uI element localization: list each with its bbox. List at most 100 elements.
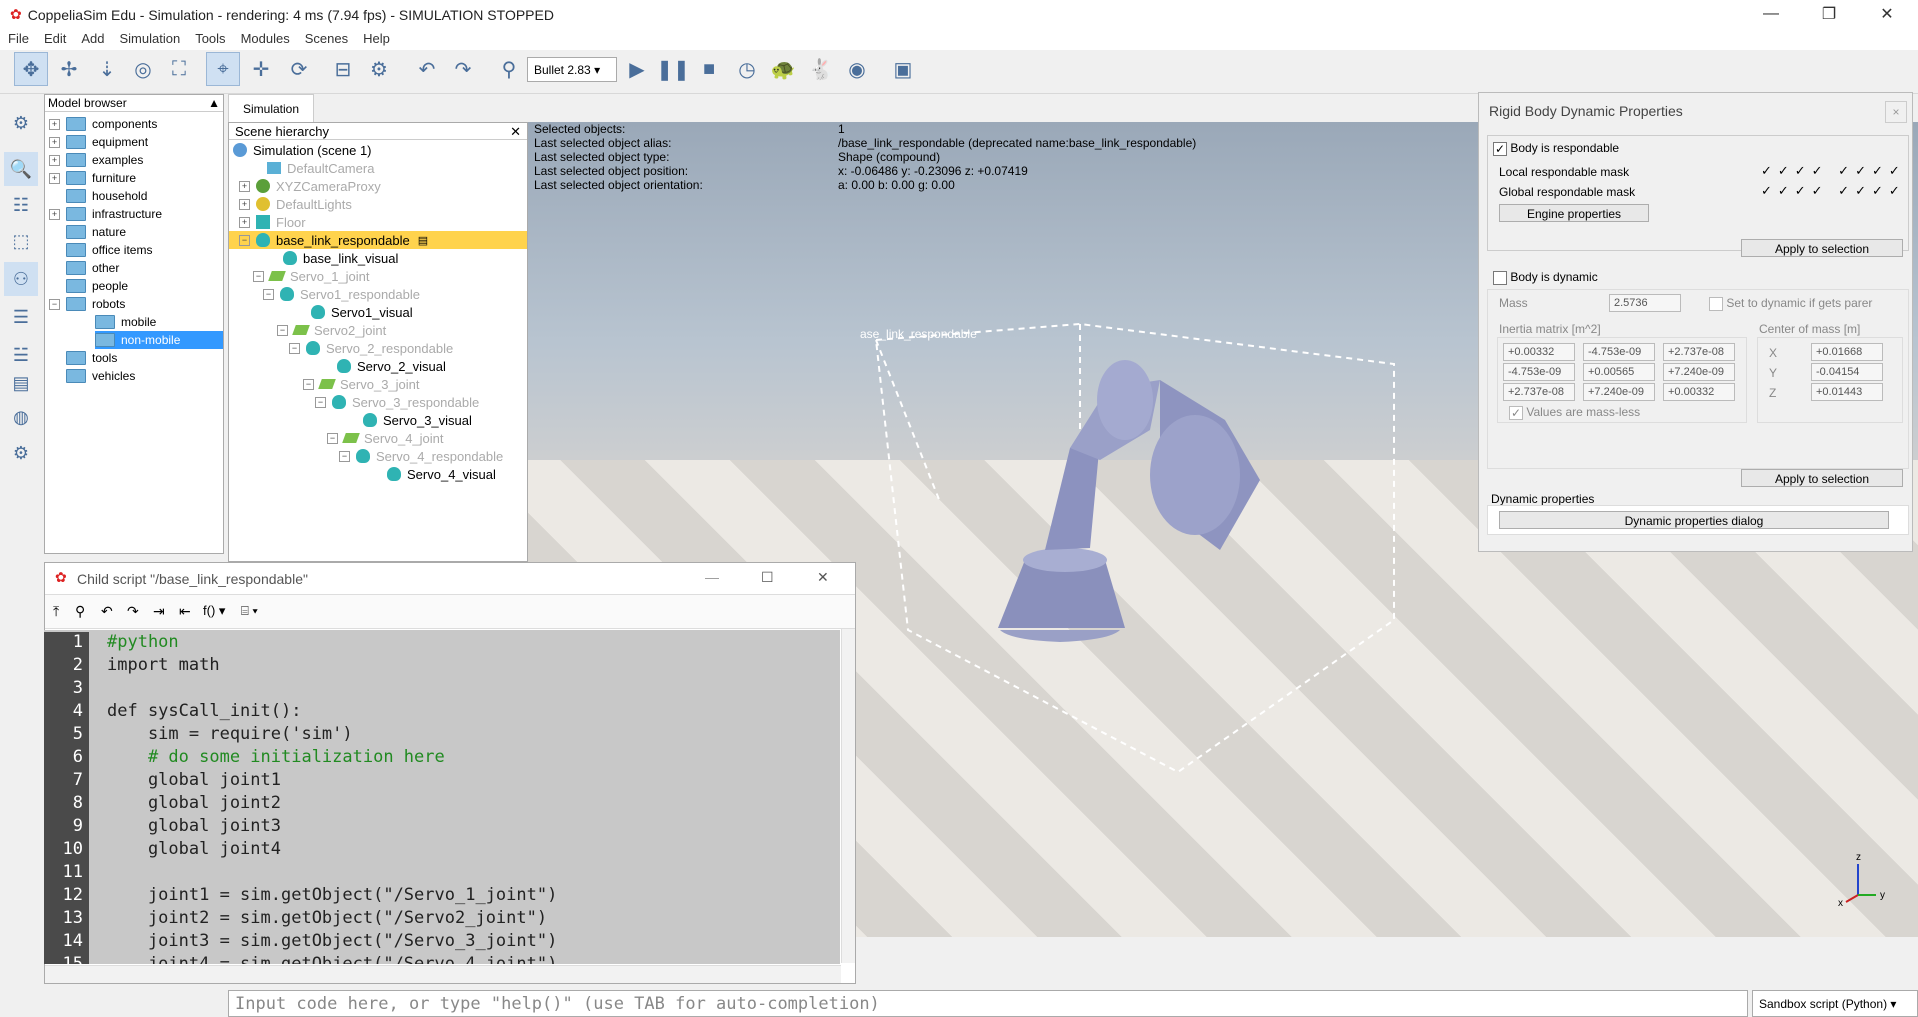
collapse-icon[interactable]: − — [253, 270, 264, 282]
upload-icon[interactable]: ⤒ — [53, 603, 59, 620]
assemble-icon[interactable]: ⊟ — [326, 52, 360, 86]
inertia-field[interactable]: +0.00565 — [1583, 363, 1655, 381]
tree-item[interactable]: Servo1_visual — [311, 303, 413, 321]
close-icon[interactable]: × — [1885, 101, 1907, 123]
menu-scenes[interactable]: Scenes — [297, 28, 355, 46]
inertia-field[interactable]: +7.240e-09 — [1663, 363, 1735, 381]
menu-file[interactable]: File — [0, 28, 36, 46]
stop-simulation-icon[interactable]: ■ — [692, 52, 726, 86]
collapse-icon[interactable]: − — [315, 396, 326, 408]
inertia-field[interactable]: +0.00332 — [1503, 343, 1575, 361]
folder-infrastructure[interactable]: + infrastructure — [49, 205, 162, 223]
inertia-field[interactable]: +7.240e-09 — [1583, 383, 1655, 401]
close-icon[interactable]: ✕ — [510, 124, 521, 140]
tree-item-camera-proxy[interactable]: + XYZCameraProxy — [239, 177, 381, 195]
tree-item[interactable]: − Servo_3_joint — [303, 375, 420, 393]
tree-item[interactable]: − Servo_4_joint — [327, 429, 444, 447]
model-browser-icon[interactable]: 🔍 — [4, 152, 38, 186]
pause-simulation-icon[interactable]: ❚❚ — [656, 52, 690, 86]
object-shift-icon[interactable]: ✛ — [244, 52, 278, 86]
tree-item-floor[interactable]: + Floor — [239, 213, 306, 231]
folder-people[interactable]: people — [66, 277, 128, 295]
folder-examples[interactable]: + examples — [49, 151, 143, 169]
dynamics-toggle-icon[interactable]: ⚲ — [492, 52, 526, 86]
code-line[interactable]: joint4 = sim.getObject("/Servo_4_joint") — [107, 954, 557, 964]
body-respondable-checkbox[interactable]: ✓ Body is respondable — [1493, 141, 1619, 156]
tree-item[interactable]: Servo_2_visual — [337, 357, 446, 375]
collapse-icon[interactable]: − — [49, 298, 60, 310]
tree-item-default-camera[interactable]: DefaultCamera — [267, 159, 374, 177]
robot-arm-model[interactable]: /base_link_respondable — [860, 320, 1420, 780]
shape-edit-icon[interactable]: ▤ — [4, 366, 38, 400]
page-selector-icon[interactable]: ▣ — [886, 52, 920, 86]
calculation-modules-icon[interactable]: ⚇ — [4, 262, 38, 296]
tree-root[interactable]: Simulation (scene 1) — [233, 141, 372, 159]
set-dynamic-checkbox[interactable]: Set to dynamic if gets parer — [1709, 296, 1872, 311]
start-simulation-icon[interactable]: ▶ — [620, 52, 654, 86]
inertia-field[interactable]: -4.753e-09 — [1503, 363, 1575, 381]
vertical-scrollbar[interactable] — [841, 629, 855, 963]
code-line[interactable]: global joint4 — [107, 839, 281, 862]
code-line[interactable]: joint3 = sim.getObject("/Servo_3_joint") — [107, 931, 557, 954]
maximize-button[interactable]: ☐ — [761, 569, 774, 586]
folder-mobile[interactable]: mobile — [95, 313, 156, 331]
collapse-icon[interactable]: − — [263, 288, 274, 300]
camera-pan-icon[interactable]: ✥ — [14, 52, 48, 86]
code-line[interactable]: import math — [107, 655, 220, 678]
menu-modules[interactable]: Modules — [233, 28, 297, 46]
expand-icon[interactable]: + — [49, 136, 60, 148]
com-x-field[interactable]: +0.01668 — [1811, 343, 1883, 361]
physics-engine-select[interactable]: Bullet 2.83 ▾ — [527, 57, 617, 82]
function-list-icon[interactable]: f() ▾ — [203, 603, 225, 619]
visualization-toggle-icon[interactable]: ◉ — [840, 52, 874, 86]
tree-item-base-link-respondable[interactable]: − base_link_respondable ▤ — [229, 231, 527, 249]
folder-equipment[interactable]: + equipment — [49, 133, 148, 151]
tree-item[interactable]: − Servo_2_respondable — [289, 339, 453, 357]
real-time-icon[interactable]: ◷ — [730, 52, 764, 86]
unindent-icon[interactable]: ⇤ — [179, 603, 191, 620]
minimize-button[interactable]: — — [705, 569, 719, 585]
tree-item-default-lights[interactable]: + DefaultLights — [239, 195, 352, 213]
transfer-dna-icon[interactable]: ⚙ — [362, 52, 396, 86]
folder-components[interactable]: + components — [49, 115, 157, 133]
tree-item[interactable]: − Servo1_respondable — [263, 285, 420, 303]
code-line[interactable]: global joint1 — [107, 770, 281, 793]
menu-simulation[interactable]: Simulation — [112, 28, 188, 46]
inertia-field[interactable]: +2.737e-08 — [1663, 343, 1735, 361]
code-line[interactable]: # do some initialization here — [107, 747, 445, 770]
menu-tools[interactable]: Tools — [187, 28, 232, 46]
code-editor[interactable]: 1 #python 2 import math 3 4 def sysCall_init()… — [44, 630, 840, 964]
fit-to-view-icon[interactable]: ⛶ — [162, 52, 196, 86]
com-y-field[interactable]: -0.04154 — [1811, 363, 1883, 381]
code-line[interactable]: def sysCall_init(): — [107, 701, 301, 724]
horizontal-scrollbar[interactable] — [45, 965, 841, 983]
close-button[interactable]: ✕ — [817, 569, 829, 586]
redo-icon[interactable]: ↷ — [127, 603, 139, 620]
folder-nature[interactable]: nature — [66, 223, 126, 241]
folder-office-items[interactable]: office items — [66, 241, 152, 259]
tree-item[interactable]: − Servo2_joint — [277, 321, 386, 339]
collapse-icon[interactable]: − — [339, 450, 350, 462]
folder-tools[interactable]: tools — [66, 349, 117, 367]
folder-non-mobile[interactable]: non-mobile — [95, 331, 223, 349]
com-z-field[interactable]: +0.01443 — [1811, 383, 1883, 401]
camera-angle-icon[interactable]: ◎ — [126, 52, 160, 86]
menu-edit[interactable]: Edit — [36, 28, 73, 46]
scene-hierarchy-icon[interactable]: ☷ — [4, 188, 38, 222]
folder-robots[interactable]: − robots — [49, 295, 125, 313]
inertia-field[interactable]: +0.00332 — [1663, 383, 1735, 401]
expand-icon[interactable]: + — [49, 208, 60, 220]
collapse-icon[interactable]: − — [303, 378, 314, 390]
code-line[interactable]: global joint3 — [107, 816, 281, 839]
video-recorder-icon[interactable]: ◍ — [4, 400, 38, 434]
expand-icon[interactable]: + — [239, 180, 250, 192]
search-icon[interactable]: ⚲ — [75, 603, 85, 620]
mass-field[interactable]: 2.5736 — [1609, 294, 1681, 312]
indent-icon[interactable]: ⇥ — [153, 603, 165, 620]
collapse-icon[interactable]: − — [327, 432, 338, 444]
object-rotate-icon[interactable]: ⟳ — [282, 52, 316, 86]
camera-shift-icon[interactable]: ⇣ — [90, 52, 124, 86]
script-icon[interactable]: ▤ — [418, 234, 428, 247]
expand-icon[interactable]: + — [49, 118, 60, 130]
tree-item[interactable]: − Servo_4_respondable — [339, 447, 503, 465]
